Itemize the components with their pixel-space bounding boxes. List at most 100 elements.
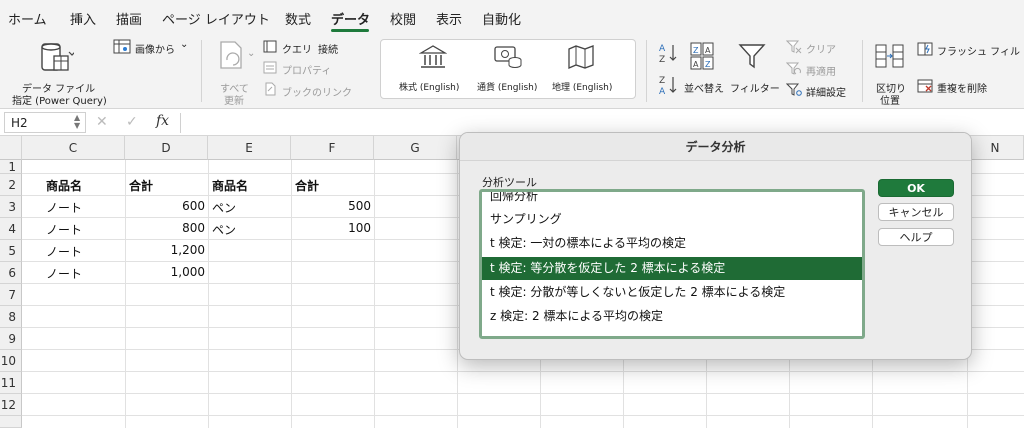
row-header-7[interactable]: 7 bbox=[0, 284, 22, 306]
column-header-c[interactable]: C bbox=[22, 136, 125, 160]
svg-text:A: A bbox=[659, 44, 666, 54]
tab-page-layout[interactable]: ページ レイアウト bbox=[162, 9, 270, 28]
chevron-down-icon: ⌄ bbox=[180, 39, 189, 50]
properties-icon bbox=[263, 61, 277, 74]
cell-c6[interactable]: ノート bbox=[46, 265, 82, 282]
list-item[interactable]: 回帰分析 bbox=[482, 192, 862, 208]
map-icon bbox=[568, 45, 594, 69]
row-header-3[interactable]: 3 bbox=[0, 196, 22, 218]
tab-review[interactable]: 校閲 bbox=[390, 9, 416, 28]
cancel-button[interactable]: キャンセル bbox=[878, 203, 954, 221]
reapply-label: 再適用 bbox=[806, 67, 836, 78]
select-all-corner[interactable] bbox=[0, 136, 22, 160]
flash-fill-icon bbox=[917, 42, 933, 56]
flash-fill-label: フラッシュ フィル bbox=[937, 47, 1020, 58]
confirm-check-icon[interactable]: ✓ bbox=[126, 114, 138, 130]
ok-button[interactable]: OK bbox=[878, 179, 954, 197]
connections-label: 接続 bbox=[318, 45, 338, 56]
column-header-e[interactable]: E bbox=[208, 136, 291, 160]
cell-d6[interactable]: 1,000 bbox=[125, 265, 205, 279]
formula-separator bbox=[180, 113, 181, 133]
column-header-f[interactable]: F bbox=[291, 136, 374, 160]
ribbon-separator bbox=[862, 40, 863, 102]
cell-d4[interactable]: 800 bbox=[125, 221, 205, 235]
ribbon-tabs: ホーム 挿入 描画 ページ レイアウト 数式 データ 校閲 表示 自動化 bbox=[0, 0, 1024, 34]
name-box-stepper-icon[interactable]: ▲ ▼ bbox=[74, 114, 80, 130]
tab-data[interactable]: データ bbox=[331, 9, 370, 28]
tab-home[interactable]: ホーム bbox=[8, 9, 47, 28]
cell-c3[interactable]: ノート bbox=[46, 199, 82, 216]
refresh-all-label-2: 更新 bbox=[224, 96, 244, 107]
row-header-13[interactable] bbox=[0, 416, 22, 428]
cell-d2[interactable]: 合計 bbox=[129, 177, 153, 194]
dialog-title: データ分析 bbox=[460, 133, 971, 161]
svg-text:Z: Z bbox=[659, 76, 665, 86]
cell-e3[interactable]: ペン bbox=[212, 199, 236, 216]
advanced-filter-icon bbox=[786, 83, 802, 96]
geography-label: 地理 (English) bbox=[552, 83, 613, 93]
tab-view[interactable]: 表示 bbox=[436, 9, 462, 28]
bank-icon bbox=[419, 45, 447, 68]
insert-function-icon[interactable]: fx bbox=[156, 113, 169, 129]
cell-f3[interactable]: 500 bbox=[291, 199, 371, 213]
row-header-5[interactable]: 5 bbox=[0, 240, 22, 262]
row-header-6[interactable]: 6 bbox=[0, 262, 22, 284]
cell-c4[interactable]: ノート bbox=[46, 221, 82, 238]
cell-f4[interactable]: 100 bbox=[291, 221, 371, 235]
column-header-n[interactable]: N bbox=[967, 136, 1024, 160]
row-header-2[interactable]: 2 bbox=[0, 174, 22, 196]
data-analysis-dialog: データ分析 分析ツール 回帰分析 サンプリング t 検定: 一対の標本による平均… bbox=[459, 132, 972, 360]
svg-text:Z: Z bbox=[705, 60, 711, 69]
formula-input[interactable] bbox=[182, 112, 457, 133]
sort-label: 並べ替え bbox=[684, 84, 724, 95]
ribbon-separator bbox=[646, 40, 647, 102]
database-icon bbox=[41, 43, 74, 71]
sort-dialog-icon: Z A A Z bbox=[690, 42, 714, 70]
cell-d3[interactable]: 600 bbox=[125, 199, 205, 213]
gridline bbox=[22, 393, 1024, 394]
remove-duplicates-label: 重複を削除 bbox=[937, 84, 987, 95]
row-header-12[interactable]: 12 bbox=[0, 394, 22, 416]
list-item[interactable]: サンプリング bbox=[482, 208, 862, 231]
gridline bbox=[22, 371, 1024, 372]
tab-insert[interactable]: 挿入 bbox=[70, 9, 96, 28]
gridline bbox=[208, 160, 209, 428]
currency-icon bbox=[494, 46, 522, 68]
refresh-document-icon bbox=[220, 41, 242, 69]
tab-formulas[interactable]: 数式 bbox=[285, 9, 311, 28]
edit-links-label: ブックのリンク bbox=[282, 88, 352, 99]
tab-automate[interactable]: 自動化 bbox=[482, 9, 521, 28]
chevron-down-icon: ⌄ bbox=[247, 48, 256, 59]
list-item[interactable]: z 検定: 2 標本による平均の検定 bbox=[482, 305, 862, 328]
svg-text:A: A bbox=[659, 87, 666, 96]
filter-icon bbox=[738, 44, 766, 69]
cancel-icon[interactable]: ✕ bbox=[96, 114, 108, 130]
ribbon-separator bbox=[201, 40, 202, 102]
cell-f2[interactable]: 合計 bbox=[295, 177, 319, 194]
row-header-10[interactable]: 10 bbox=[0, 350, 22, 372]
gridline bbox=[374, 160, 375, 428]
cell-e2[interactable]: 商品名 bbox=[212, 177, 248, 194]
sort-az-icon: A Z bbox=[659, 44, 677, 64]
cell-c5[interactable]: ノート bbox=[46, 243, 82, 260]
list-item[interactable]: t 検定: 分散が等しくないと仮定した 2 標本による検定 bbox=[482, 281, 862, 304]
list-item-selected[interactable]: t 検定: 等分散を仮定した 2 標本による検定 bbox=[482, 257, 862, 280]
help-button[interactable]: ヘルプ bbox=[878, 228, 954, 246]
analysis-tools-list[interactable]: 回帰分析 サンプリング t 検定: 一対の標本による平均の検定 t 検定: 等分… bbox=[479, 189, 865, 339]
row-header-9[interactable]: 9 bbox=[0, 328, 22, 350]
cell-e4[interactable]: ペン bbox=[212, 221, 236, 238]
sort-za-icon: Z A bbox=[659, 76, 677, 96]
row-header-1[interactable]: 1 bbox=[0, 160, 22, 174]
column-header-d[interactable]: D bbox=[125, 136, 208, 160]
column-header-g[interactable]: G bbox=[374, 136, 457, 160]
properties-label: プロパティ bbox=[282, 66, 332, 77]
row-header-8[interactable]: 8 bbox=[0, 306, 22, 328]
cell-c2[interactable]: 商品名 bbox=[46, 177, 82, 194]
row-header-4[interactable]: 4 bbox=[0, 218, 22, 240]
gridline bbox=[457, 160, 458, 428]
svg-text:A: A bbox=[705, 46, 711, 55]
row-header-11[interactable]: 11 bbox=[0, 372, 22, 394]
tab-draw[interactable]: 描画 bbox=[116, 9, 142, 28]
list-item[interactable]: t 検定: 一対の標本による平均の検定 bbox=[482, 232, 862, 255]
cell-d5[interactable]: 1,200 bbox=[125, 243, 205, 257]
